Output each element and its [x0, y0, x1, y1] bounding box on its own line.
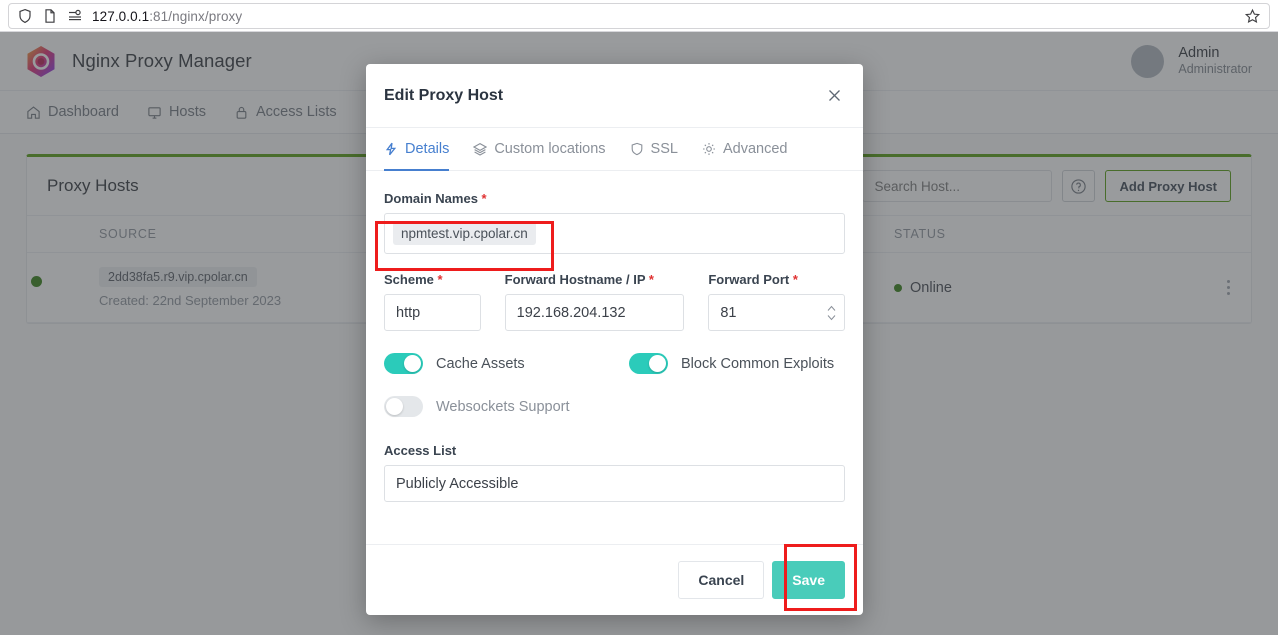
- save-button[interactable]: Save: [772, 561, 845, 599]
- tab-advanced[interactable]: Advanced: [702, 128, 788, 171]
- modal-header: Edit Proxy Host: [366, 64, 863, 128]
- forward-host-group: Forward Hostname / IP * 192.168.204.132: [504, 272, 685, 331]
- toggles-row-1: Cache Assets Block Common Exploits: [384, 353, 845, 374]
- url-bar[interactable]: 127.0.0.1:81/nginx/proxy: [8, 3, 1270, 29]
- url-text: 127.0.0.1:81/nginx/proxy: [92, 9, 242, 24]
- tab-details[interactable]: Details: [384, 128, 450, 171]
- shield-icon: [17, 8, 33, 24]
- websockets-support-label: Websockets Support: [436, 398, 570, 415]
- websockets-support-switch[interactable]: [384, 396, 423, 417]
- tab-label-ssl: SSL: [650, 140, 678, 157]
- scheme-label: Scheme *: [384, 272, 443, 287]
- modal-tabs: Details Custom locations SSL Advanced: [366, 128, 863, 171]
- access-list-label: Access List: [384, 443, 457, 458]
- required-marker: *: [481, 191, 487, 206]
- edit-proxy-host-modal: Edit Proxy Host Details Custom locations…: [366, 64, 863, 615]
- modal-title: Edit Proxy Host: [384, 86, 504, 104]
- websockets-support-toggle[interactable]: Websockets Support: [384, 396, 570, 417]
- tab-label-details: Details: [405, 140, 450, 157]
- required-marker: *: [648, 272, 654, 287]
- forward-host-label: Forward Hostname / IP *: [504, 272, 654, 287]
- required-marker: *: [792, 272, 798, 287]
- access-list-select[interactable]: Publicly Accessible: [384, 465, 845, 502]
- cache-assets-switch[interactable]: [384, 353, 423, 374]
- modal-body: Domain Names * npmtest.vip.cpolar.cn Sch…: [366, 171, 863, 544]
- shield-icon: [630, 142, 644, 156]
- forward-port-label: Forward Port *: [708, 272, 798, 287]
- forward-port-group: Forward Port * 81: [708, 272, 845, 331]
- toggles-row-2: Websockets Support: [384, 396, 845, 417]
- required-marker: *: [437, 272, 443, 287]
- url-path: :81/nginx/proxy: [149, 8, 243, 24]
- screenshot-root: 127.0.0.1:81/nginx/proxy Search Host... …: [0, 0, 1278, 635]
- access-list-group: Access List Publicly Accessible: [384, 443, 845, 502]
- scheme-select[interactable]: http: [384, 294, 481, 331]
- domain-names-label: Domain Names *: [384, 191, 487, 206]
- scheme-group: Scheme * http: [384, 272, 481, 331]
- cancel-button[interactable]: Cancel: [678, 561, 765, 599]
- tab-label-advanced: Advanced: [722, 140, 788, 157]
- forward-port-input[interactable]: 81: [708, 294, 845, 331]
- close-icon[interactable]: [823, 85, 845, 107]
- layers-icon: [473, 142, 488, 156]
- block-common-exploits-switch[interactable]: [629, 353, 668, 374]
- gear-icon: [702, 142, 716, 156]
- domain-names-input[interactable]: npmtest.vip.cpolar.cn: [384, 213, 845, 254]
- tab-custom-locations[interactable]: Custom locations: [473, 128, 606, 171]
- modal-footer: Cancel Save: [366, 544, 863, 615]
- cache-assets-label: Cache Assets: [436, 355, 525, 372]
- domain-names-group: Domain Names * npmtest.vip.cpolar.cn: [384, 191, 845, 254]
- domain-tag[interactable]: npmtest.vip.cpolar.cn: [393, 222, 536, 245]
- bookmark-star-icon[interactable]: [1244, 8, 1261, 25]
- forward-port-stepper[interactable]: 81: [708, 294, 845, 331]
- browser-toolbar: 127.0.0.1:81/nginx/proxy: [0, 0, 1278, 32]
- permissions-icon[interactable]: [67, 8, 83, 24]
- url-host: 127.0.0.1: [92, 8, 150, 24]
- page-icon: [42, 8, 58, 24]
- cache-assets-toggle[interactable]: Cache Assets: [384, 353, 629, 374]
- stepper-arrows-icon[interactable]: [827, 305, 836, 320]
- tab-ssl[interactable]: SSL: [630, 128, 678, 171]
- block-common-exploits-label: Block Common Exploits: [681, 355, 835, 372]
- block-common-exploits-toggle[interactable]: Block Common Exploits: [629, 353, 834, 374]
- bolt-icon: [384, 142, 398, 156]
- forward-host-input[interactable]: 192.168.204.132: [504, 294, 685, 331]
- tab-label-custom-locations: Custom locations: [494, 140, 606, 157]
- forward-settings-row: Scheme * http Forward Hostname / IP * 19…: [384, 272, 845, 331]
